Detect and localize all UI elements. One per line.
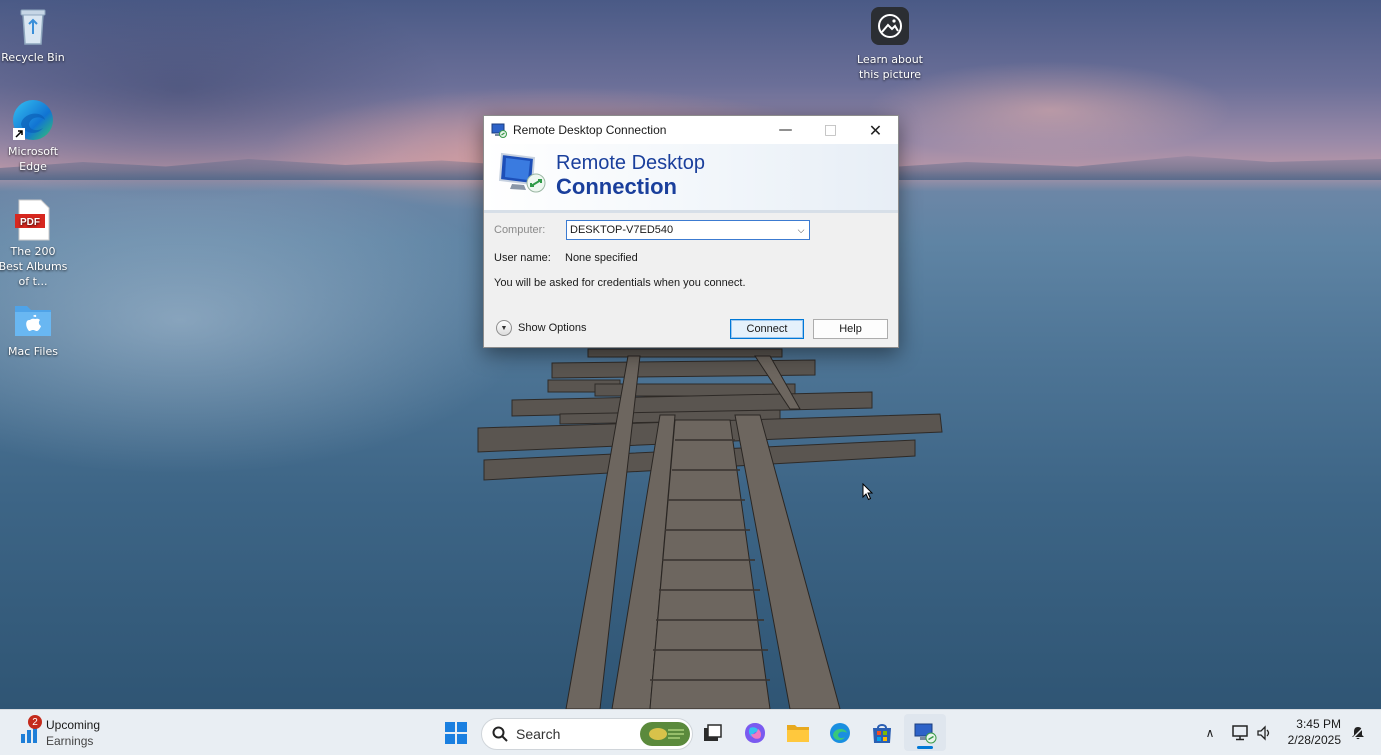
desktop-icon-label: Mac Files	[8, 345, 58, 358]
desktop-icon-pdf-file[interactable]: PDF The 200 Best Albums of t...	[0, 198, 68, 289]
credentials-info-text: You will be asked for credentials when y…	[494, 277, 746, 289]
search-highlight-icon	[640, 722, 690, 746]
wallpaper-pier	[477, 348, 943, 709]
widget-title: Upcoming	[46, 718, 101, 732]
speaker-icon	[1257, 724, 1270, 741]
search-icon	[492, 726, 508, 742]
volume-button[interactable]	[1253, 710, 1275, 755]
desktop-icon-microsoft-edge[interactable]: Microsoft Edge	[0, 98, 68, 174]
store-icon	[873, 723, 891, 743]
computer-combobox[interactable]: DESKTOP-V7ED540 ⌵	[566, 220, 810, 240]
close-button[interactable]: ✕	[853, 116, 898, 144]
minimize-icon: —	[778, 122, 793, 138]
desktop-icon-label: Recycle Bin	[1, 51, 65, 64]
windows-logo-icon	[445, 721, 467, 744]
taskbar-search[interactable]: Search	[481, 718, 693, 750]
username-value: None specified	[565, 252, 638, 264]
maximize-button: □	[808, 116, 853, 144]
window-title: Remote Desktop Connection	[513, 123, 667, 137]
desktop-icon-recycle-bin[interactable]: Recycle Bin	[0, 4, 68, 65]
file-explorer-button[interactable]	[778, 710, 818, 755]
notifications-button[interactable]	[1346, 710, 1370, 755]
computer-label: Computer:	[494, 224, 546, 236]
banner-title-line1: Remote Desktop	[556, 152, 705, 174]
desktop-wallpaper	[0, 0, 1381, 709]
show-hidden-icons-button[interactable]: ∧	[1198, 710, 1222, 755]
copilot-button[interactable]	[735, 710, 775, 755]
window-titlebar[interactable]: Remote Desktop Connection — □ ✕	[484, 116, 898, 144]
pdf-file-icon: PDF	[11, 198, 55, 242]
spotlight-camera-icon	[870, 6, 910, 46]
system-clock[interactable]: 3:45 PM 2/28/2025	[1288, 716, 1341, 748]
desktop-icon-learn-about-picture[interactable]: Learn about this picture	[855, 6, 925, 82]
help-button[interactable]: Help	[813, 319, 888, 339]
clock-date: 2/28/2025	[1287, 733, 1341, 747]
remote-desktop-window: Remote Desktop Connection — □ ✕ Remote D…	[483, 115, 899, 348]
remote-desktop-app-icon	[491, 123, 507, 138]
pdf-badge-text: PDF	[20, 217, 40, 228]
clock-time: 3:45 PM	[1296, 717, 1341, 731]
close-icon: ✕	[868, 120, 883, 140]
folder-icon	[11, 298, 55, 342]
banner-title-line2: Connection	[556, 174, 677, 199]
network-icon	[1232, 724, 1248, 740]
connect-button[interactable]: Connect	[730, 319, 804, 339]
remote-desktop-app-icon	[914, 723, 937, 743]
expand-chevron-icon: ▼	[496, 320, 512, 336]
start-button[interactable]	[436, 710, 476, 755]
show-options-label: Show Options	[518, 322, 587, 334]
copilot-icon	[745, 722, 765, 743]
rdc-banner: Remote Desktop Connection	[484, 144, 898, 213]
edge-icon	[11, 98, 55, 142]
computer-input[interactable]: DESKTOP-V7ED540	[567, 224, 793, 236]
recycle-bin-icon	[11, 4, 55, 48]
search-placeholder: Search	[516, 726, 561, 742]
network-button[interactable]	[1228, 710, 1252, 755]
taskbar: 2 Upcoming Earnings Search ∧ 3:45 PM 2/2…	[0, 709, 1381, 755]
chevron-up-icon: ∧	[1205, 725, 1215, 740]
maximize-icon: □	[823, 122, 838, 138]
active-app-indicator	[917, 746, 933, 749]
widget-subtitle: Earnings	[46, 734, 94, 748]
show-options-toggle[interactable]: ▼ Show Options	[496, 320, 586, 336]
chevron-down-icon[interactable]: ⌵	[793, 225, 809, 236]
bell-icon	[1351, 725, 1365, 740]
folder-icon	[787, 724, 809, 742]
desktop-icon-label: Microsoft Edge	[7, 145, 59, 173]
remote-desktop-taskbar-button[interactable]	[904, 714, 946, 751]
edge-taskbar-button[interactable]	[820, 710, 860, 755]
desktop-icon-label: The 200 Best Albums of t...	[0, 245, 68, 288]
minimize-button[interactable]: —	[763, 116, 808, 144]
desktop-icon-mac-files[interactable]: Mac Files	[0, 298, 68, 359]
task-view-icon	[704, 723, 722, 741]
edge-icon	[830, 722, 850, 743]
remote-desktop-banner-icon	[498, 152, 546, 193]
notification-badge: 2	[28, 715, 42, 729]
widgets-button[interactable]: 2 Upcoming Earnings	[16, 715, 126, 751]
mouse-cursor-icon	[862, 483, 874, 501]
desktop-icon-label: Learn about this picture	[857, 53, 923, 81]
microsoft-store-button[interactable]	[862, 710, 902, 755]
task-view-button[interactable]	[692, 710, 732, 755]
username-label: User name:	[494, 252, 551, 264]
